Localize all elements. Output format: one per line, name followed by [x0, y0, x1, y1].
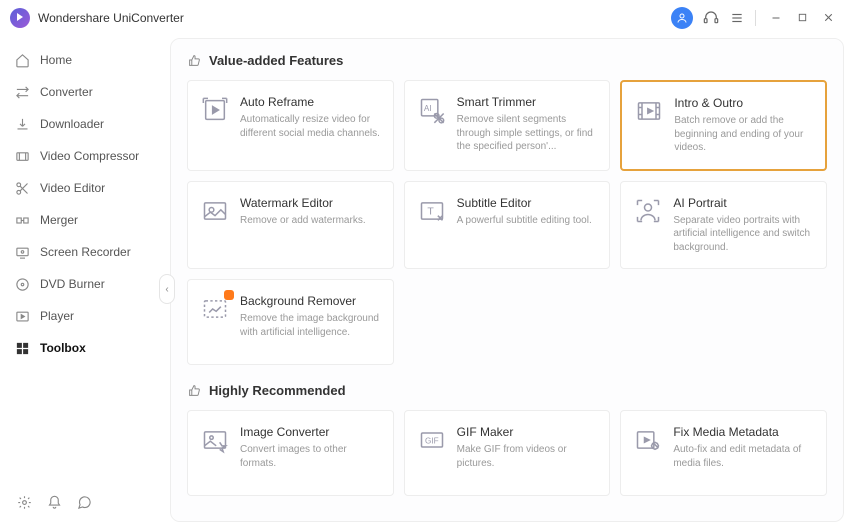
card-title: Auto Reframe [240, 95, 381, 109]
converter-icon [14, 84, 30, 100]
sidebar-item-label: Downloader [40, 117, 104, 131]
play-icon [14, 308, 30, 324]
sidebar-item-screen-recorder[interactable]: Screen Recorder [0, 236, 166, 268]
card-desc: Separate video portraits with artificial… [673, 214, 814, 255]
new-badge-icon [224, 290, 234, 300]
section-header-value-added: Value-added Features [187, 53, 827, 68]
intro-outro-icon [634, 96, 664, 126]
section-title: Value-added Features [209, 53, 343, 68]
sidebar-item-label: Screen Recorder [40, 245, 131, 259]
sidebar-item-dvd-burner[interactable]: DVD Burner [0, 268, 166, 300]
card-desc: Auto-fix and edit metadata of media file… [673, 443, 814, 470]
card-desc: Make GIF from videos or pictures. [457, 443, 598, 470]
card-intro-outro[interactable]: Intro & Outro Batch remove or add the be… [620, 80, 827, 171]
subtitle-icon: T [417, 196, 447, 226]
card-title: Fix Media Metadata [673, 425, 814, 439]
sidebar-item-downloader[interactable]: Downloader [0, 108, 166, 140]
card-desc: Remove or add watermarks. [240, 214, 381, 228]
account-avatar-button[interactable] [671, 7, 693, 29]
window-close-button[interactable] [816, 6, 840, 30]
card-desc: Batch remove or add the beginning and en… [674, 114, 813, 155]
svg-text:AI: AI [423, 104, 431, 113]
card-smart-trimmer[interactable]: AI Smart Trimmer Remove silent segments … [404, 80, 611, 171]
download-icon [14, 116, 30, 132]
card-subtitle-editor[interactable]: T Subtitle Editor A powerful subtitle ed… [404, 181, 611, 270]
window-minimize-button[interactable] [764, 6, 788, 30]
card-gif-maker[interactable]: GIF GIF Maker Make GIF from videos or pi… [404, 410, 611, 496]
sidebar-item-player[interactable]: Player [0, 300, 166, 332]
sidebar-item-home[interactable]: Home [0, 44, 166, 76]
thumbs-up-icon [187, 384, 201, 398]
section-header-recommended: Highly Recommended [187, 383, 827, 398]
card-desc: A powerful subtitle editing tool. [457, 214, 598, 228]
sidebar-collapse-handle[interactable]: ‹ [159, 274, 175, 304]
menu-hamburger-icon[interactable] [725, 6, 749, 30]
image-converter-icon [200, 425, 230, 455]
card-desc: Convert images to other formats. [240, 443, 381, 470]
toolbox-icon [14, 340, 30, 356]
feedback-speech-icon[interactable] [76, 494, 92, 510]
watermark-icon [200, 196, 230, 226]
card-title: Watermark Editor [240, 196, 381, 210]
sidebar-item-label: DVD Burner [40, 277, 105, 291]
svg-text:T: T [427, 205, 434, 217]
notifications-bell-icon[interactable] [46, 494, 62, 510]
card-title: Intro & Outro [674, 96, 813, 110]
ai-portrait-icon [633, 196, 663, 226]
sidebar-item-video-compressor[interactable]: Video Compressor [0, 140, 166, 172]
gif-maker-icon: GIF [417, 425, 447, 455]
app-logo-icon [10, 8, 30, 28]
smart-trimmer-icon: AI [417, 95, 447, 125]
sidebar-item-label: Home [40, 53, 72, 67]
card-auto-reframe[interactable]: Auto Reframe Automatically resize video … [187, 80, 394, 171]
settings-gear-icon[interactable] [16, 494, 32, 510]
section-title: Highly Recommended [209, 383, 346, 398]
home-icon [14, 52, 30, 68]
card-desc: Automatically resize video for different… [240, 113, 381, 140]
window-maximize-button[interactable] [790, 6, 814, 30]
sidebar-item-label: Video Editor [40, 181, 105, 195]
support-headset-icon[interactable] [699, 6, 723, 30]
sidebar-item-toolbox[interactable]: Toolbox [0, 332, 166, 364]
app-title: Wondershare UniConverter [38, 11, 184, 25]
card-title: AI Portrait [673, 196, 814, 210]
thumbs-up-icon [187, 54, 201, 68]
card-desc: Remove the image background with artific… [240, 312, 381, 339]
metadata-icon [633, 425, 663, 455]
sidebar-item-label: Merger [40, 213, 78, 227]
compressor-icon [14, 148, 30, 164]
merger-icon [14, 212, 30, 228]
content-panel: Value-added Features Auto Reframe Automa… [170, 38, 844, 522]
sidebar: Home Converter Downloader Video Compress… [0, 36, 166, 528]
sidebar-item-label: Converter [40, 85, 93, 99]
card-ai-portrait[interactable]: AI Portrait Separate video portraits wit… [620, 181, 827, 270]
card-title: Smart Trimmer [457, 95, 598, 109]
card-background-remover[interactable]: Background Remover Remove the image back… [187, 279, 394, 365]
titlebar: Wondershare UniConverter [0, 0, 850, 36]
card-image-converter[interactable]: Image Converter Convert images to other … [187, 410, 394, 496]
recorder-icon [14, 244, 30, 260]
card-title: Subtitle Editor [457, 196, 598, 210]
card-title: Background Remover [240, 294, 381, 308]
card-title: Image Converter [240, 425, 381, 439]
sidebar-item-label: Player [40, 309, 74, 323]
sidebar-item-converter[interactable]: Converter [0, 76, 166, 108]
svg-text:GIF: GIF [425, 437, 439, 446]
auto-reframe-icon [200, 95, 230, 125]
background-remover-icon [200, 294, 230, 324]
sidebar-item-video-editor[interactable]: Video Editor [0, 172, 166, 204]
card-watermark-editor[interactable]: Watermark Editor Remove or add watermark… [187, 181, 394, 270]
card-fix-media-metadata[interactable]: Fix Media Metadata Auto-fix and edit met… [620, 410, 827, 496]
card-desc: Remove silent segments through simple se… [457, 113, 598, 154]
disc-icon [14, 276, 30, 292]
scissors-icon [14, 180, 30, 196]
card-title: GIF Maker [457, 425, 598, 439]
sidebar-item-label: Video Compressor [40, 149, 139, 163]
sidebar-item-label: Toolbox [40, 341, 86, 355]
sidebar-item-merger[interactable]: Merger [0, 204, 166, 236]
